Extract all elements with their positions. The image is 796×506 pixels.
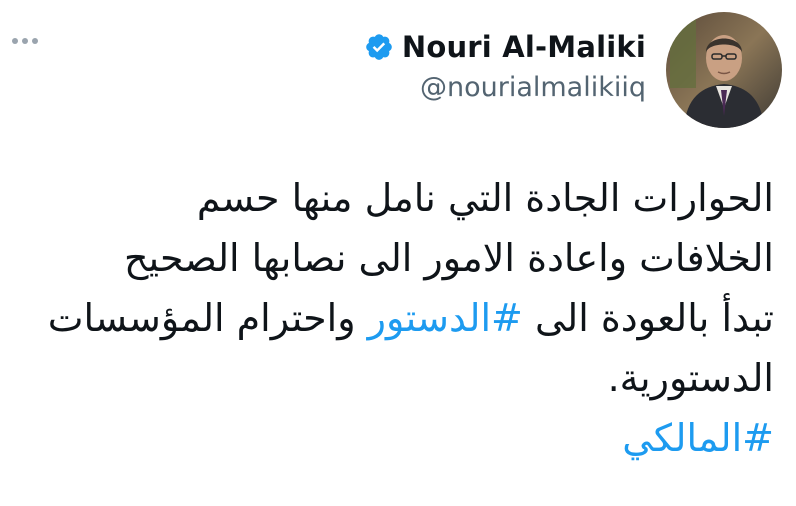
author-block[interactable]: Nouri Al-Maliki @nourialmalikiiq bbox=[364, 30, 646, 103]
more-dot bbox=[22, 38, 28, 44]
avatar[interactable] bbox=[666, 12, 782, 128]
hashtag-link-constitution[interactable]: #الدستور bbox=[368, 296, 523, 340]
author-handle[interactable]: @nourialmalikiiq bbox=[364, 72, 646, 103]
more-options-icon[interactable] bbox=[12, 38, 38, 44]
author-name-row: Nouri Al-Maliki bbox=[364, 30, 646, 64]
hashtag-link-maliki[interactable]: #المالكي bbox=[14, 408, 774, 468]
more-dot bbox=[32, 38, 38, 44]
author-name[interactable]: Nouri Al-Maliki bbox=[402, 30, 646, 64]
tweet-line-3-before: تبدأ بالعودة الى bbox=[522, 296, 774, 340]
tweet-line-1: الحوارات الجادة التي نامل منها حسم bbox=[196, 176, 774, 220]
tweet-line-4: الدستورية. bbox=[607, 356, 774, 400]
tweet-line-3: تبدأ بالعودة الى #الدستور واحترام المؤسس… bbox=[14, 288, 774, 348]
tweet-line-2: الخلافات واعادة الامور الى نصابها الصحيح bbox=[123, 236, 774, 280]
more-dot bbox=[12, 38, 18, 44]
verified-badge-icon bbox=[366, 34, 392, 60]
tweet-line-3-after: واحترام المؤسسات bbox=[47, 296, 368, 340]
avatar-image bbox=[666, 12, 782, 128]
tweet-text: الحوارات الجادة التي نامل منها حسم الخلا… bbox=[14, 168, 774, 468]
